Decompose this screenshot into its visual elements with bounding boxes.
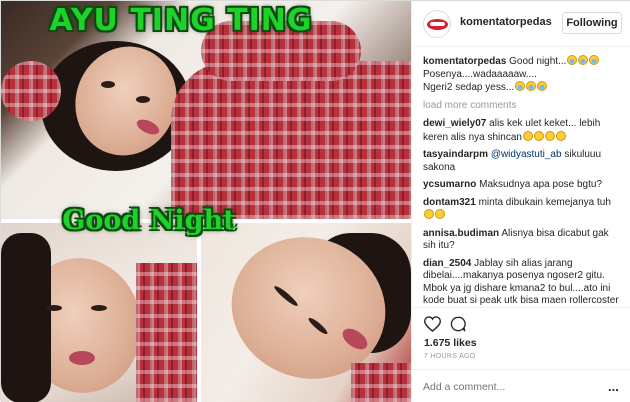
comment-item: dian_2504 Jablay sih alias jarang dibela…: [423, 258, 623, 308]
post-sidebar: komentatorpedas Following komentatorpeda…: [411, 1, 630, 402]
post-header: komentatorpedas Following: [412, 1, 630, 47]
grin-emoji-icon: [424, 209, 434, 219]
crying-laughing-emoji-icon: [578, 55, 589, 65]
grin-emoji-icon: [435, 209, 445, 219]
caption: komentatorpedas Good night... Posenya...…: [423, 55, 623, 95]
photo-bottom-right: [201, 223, 411, 402]
following-button[interactable]: Following: [562, 12, 622, 34]
comments-list: komentatorpedas Good night... Posenya...…: [423, 55, 623, 307]
more-options-icon[interactable]: ...: [608, 379, 619, 394]
caption-username[interactable]: komentatorpedas: [423, 56, 506, 67]
likes-count[interactable]: 1.675 likes: [424, 337, 477, 349]
crying-laughing-emoji-icon: [537, 81, 548, 91]
comment-text: minta dibukain kemejanya tuh: [478, 196, 611, 208]
photo-bottom-left: [1, 223, 197, 402]
comment-username[interactable]: ycsumarno: [423, 179, 476, 190]
header-username[interactable]: komentatorpedas: [460, 16, 552, 28]
comment-item: tasyaindarpm @widyastuti_ab sikuluuu sak…: [423, 149, 623, 174]
grin-emoji-icon: [544, 130, 555, 141]
comment-username[interactable]: tasyaindarpm: [423, 149, 488, 160]
comment-username[interactable]: dewi_wiely07: [423, 118, 486, 129]
crying-laughing-emoji-icon: [589, 55, 600, 65]
action-bar: [412, 307, 630, 337]
comment-mention[interactable]: @widyastuti_ab: [491, 149, 562, 160]
grin-emoji-icon: [522, 130, 533, 141]
caption-line3: Ngeri2 sedap yess...: [423, 82, 515, 93]
heart-icon[interactable]: [424, 316, 441, 332]
add-comment-bar: ...: [412, 369, 630, 402]
comment-username[interactable]: annisa.budiman: [423, 228, 499, 239]
comment-username[interactable]: dian_2504: [423, 258, 471, 269]
grin-emoji-icon: [533, 130, 544, 141]
crying-laughing-emoji-icon: [515, 81, 526, 91]
crying-laughing-emoji-icon: [526, 81, 537, 91]
crying-laughing-emoji-icon: [567, 55, 578, 65]
caption-line2: Posenya....wadaaaaaw....: [423, 68, 537, 80]
overlay-title: AYU TING TING: [49, 3, 313, 38]
comment-username[interactable]: dontam321: [423, 197, 476, 208]
comment-item: ycsumarno Maksudnya apa pose bgtu?: [423, 179, 623, 192]
add-comment-input[interactable]: [423, 379, 593, 395]
comment-text: Maksudnya apa pose bgtu?: [479, 179, 603, 190]
comment-item: dewi_wiely07 alis kek ulet keket... lebi…: [423, 118, 623, 144]
comment-item: dontam321 minta dibukain kemejanya tuh: [423, 197, 623, 223]
comment-bubble-icon[interactable]: [450, 316, 466, 332]
post-image[interactable]: AYU TING TING Good Night: [1, 1, 411, 402]
comment-item: annisa.budiman Alisnya bisa dicabut gak …: [423, 228, 623, 253]
lips-logo-icon[interactable]: [423, 10, 451, 38]
overlay-subtitle: Good Night: [62, 205, 236, 236]
grin-emoji-icon: [555, 130, 566, 141]
caption-line1: Good night...: [509, 56, 567, 67]
instagram-post-frame: AYU TING TING Good Night komentatorpedas…: [0, 0, 630, 402]
load-more-comments[interactable]: load more comments: [423, 100, 623, 113]
post-timestamp[interactable]: 7 HOURS AGO: [424, 353, 476, 360]
